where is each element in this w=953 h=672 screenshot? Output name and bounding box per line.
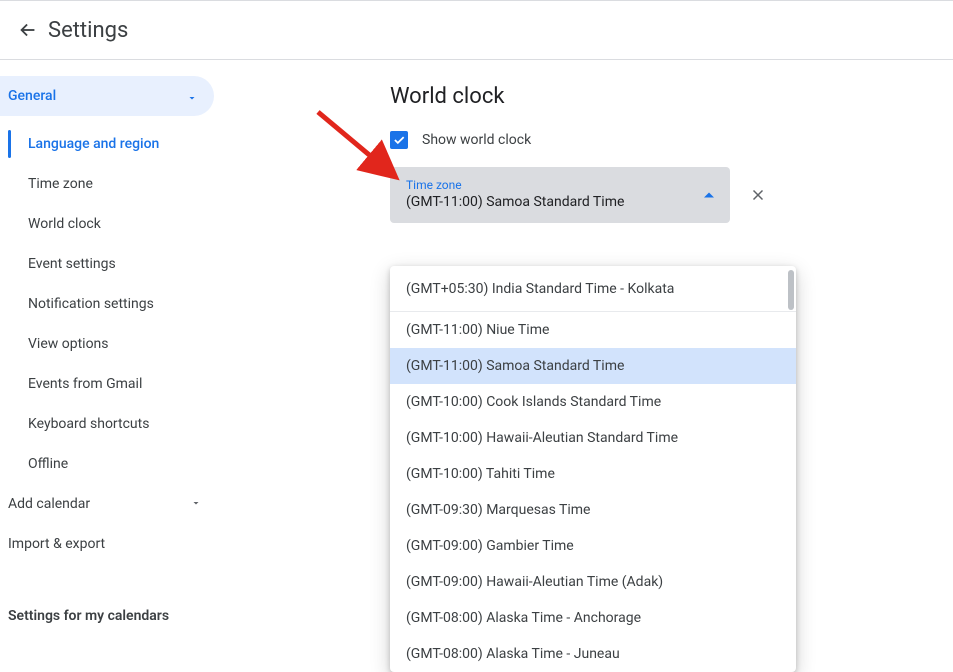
sidebar-section-import-export[interactable]: Import & export: [0, 524, 220, 564]
dropdown-option[interactable]: (GMT+05:30) India Standard Time - Kolkat…: [390, 266, 796, 312]
dropdown-option[interactable]: (GMT-09:00) Hawaii-Aleutian Time (Adak): [390, 564, 796, 600]
dropdown-option[interactable]: (GMT-10:00) Cook Islands Standard Time: [390, 384, 796, 420]
sidebar-item-language-and-region[interactable]: Language and region: [0, 124, 220, 164]
dropdown-option[interactable]: (GMT-09:00) Gambier Time: [390, 528, 796, 564]
dropdown-option[interactable]: (GMT-08:00) Alaska Time - Juneau: [390, 636, 796, 672]
sidebar-item-event-settings[interactable]: Event settings: [0, 244, 220, 284]
timezone-select-value: (GMT-11:00) Samoa Standard Time: [406, 192, 690, 212]
dropdown-option[interactable]: (GMT-09:30) Marquesas Time: [390, 492, 796, 528]
sidebar: General Language and region Time zone Wo…: [0, 60, 220, 629]
top-bar: Settings: [0, 0, 953, 60]
sidebar-section-add-calendar[interactable]: Add calendar: [0, 484, 220, 524]
sidebar-item-offline[interactable]: Offline: [0, 444, 220, 484]
content-area: General Language and region Time zone Wo…: [0, 60, 953, 629]
checkbox-label: Show world clock: [422, 132, 531, 148]
timezone-select-label: Time zone: [406, 178, 690, 192]
sidebar-item-time-zone[interactable]: Time zone: [0, 164, 220, 204]
sidebar-item-notification-settings[interactable]: Notification settings: [0, 284, 220, 324]
checkbox-row-show-world-clock: Show world clock: [390, 131, 953, 149]
timezone-dropdown: (GMT+05:30) India Standard Time - Kolkat…: [390, 266, 796, 672]
sidebar-item-view-options[interactable]: View options: [0, 324, 220, 364]
sidebar-item-world-clock[interactable]: World clock: [0, 204, 220, 244]
sidebar-heading-my-calendars: Settings for my calendars: [0, 608, 220, 624]
sidebar-item-events-from-gmail[interactable]: Events from Gmail: [0, 364, 220, 404]
chevron-down-icon: [190, 497, 202, 512]
remove-timezone-button[interactable]: [746, 183, 770, 207]
main-panel: World clock Show world clock Time zone (…: [220, 60, 953, 629]
section-title-world-clock: World clock: [390, 84, 953, 109]
sidebar-item-keyboard-shortcuts[interactable]: Keyboard shortcuts: [0, 404, 220, 444]
checkbox-show-world-clock[interactable]: [390, 131, 408, 149]
caret-up-icon: [704, 193, 714, 198]
dropdown-scrollbar[interactable]: [788, 270, 794, 310]
dropdown-option[interactable]: (GMT-10:00) Hawaii-Aleutian Standard Tim…: [390, 420, 796, 456]
dropdown-option[interactable]: (GMT-08:00) Alaska Time - Anchorage: [390, 600, 796, 636]
chevron-up-icon: [186, 89, 198, 104]
timezone-select[interactable]: Time zone (GMT-11:00) Samoa Standard Tim…: [390, 167, 730, 223]
sidebar-root-general[interactable]: General: [0, 76, 214, 116]
dropdown-option-selected[interactable]: (GMT-11:00) Samoa Standard Time: [390, 348, 796, 384]
sidebar-root-label: General: [8, 88, 56, 104]
timezone-select-row: Time zone (GMT-11:00) Samoa Standard Tim…: [390, 167, 953, 223]
back-arrow-icon[interactable]: [16, 18, 40, 42]
dropdown-option[interactable]: (GMT-11:00) Niue Time: [390, 312, 796, 348]
dropdown-option[interactable]: (GMT-10:00) Tahiti Time: [390, 456, 796, 492]
page-title: Settings: [48, 18, 128, 43]
